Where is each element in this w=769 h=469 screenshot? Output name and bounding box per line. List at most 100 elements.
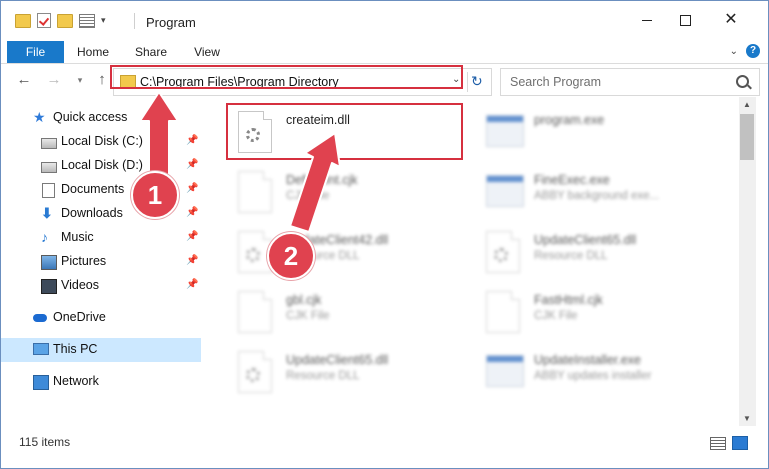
scroll-down-icon[interactable]: ▼ xyxy=(743,414,751,423)
star-icon: ★ xyxy=(33,109,46,125)
sidebar-item-label: Music xyxy=(61,230,94,244)
network-icon xyxy=(33,375,49,390)
sidebar-item-quick-access[interactable]: ★ Quick access xyxy=(1,106,201,130)
pin-icon[interactable]: 📌 xyxy=(186,135,198,146)
recent-locations-icon[interactable]: ▾ xyxy=(71,71,89,89)
large-icons-view-icon[interactable] xyxy=(732,436,748,450)
exe-file-icon xyxy=(486,175,524,207)
address-separator xyxy=(467,72,468,92)
gear-icon xyxy=(494,248,508,262)
gear-icon xyxy=(246,368,260,382)
onedrive-cloud-icon xyxy=(33,314,47,322)
file-icon xyxy=(238,171,272,213)
file-type: CJK File xyxy=(286,310,330,322)
file-name: Defaultlnt.cjk xyxy=(286,173,358,187)
tab-home[interactable]: Home xyxy=(71,41,115,63)
step-1-badge: 1 xyxy=(131,171,179,219)
drive-icon xyxy=(41,162,57,173)
file-highlight xyxy=(226,103,463,160)
file-item[interactable]: FineExec.exe ABBY background exe... xyxy=(464,163,704,221)
file-item[interactable]: gbl.cjk CJK File xyxy=(216,283,456,341)
sidebar-item-label: This PC xyxy=(53,342,98,356)
tab-share[interactable]: Share xyxy=(129,41,173,63)
videos-icon xyxy=(41,279,57,294)
file-item[interactable]: Defaultlnt.cjk CJK File xyxy=(216,163,456,221)
pin-icon[interactable]: 📌 xyxy=(186,207,198,218)
tab-file[interactable]: File xyxy=(7,41,64,63)
file-name: gbl.cjk xyxy=(286,293,322,307)
status-bar: 115 items xyxy=(1,430,768,454)
pin-icon[interactable]: 📌 xyxy=(186,159,198,170)
back-arrow-icon[interactable]: ← xyxy=(15,71,33,89)
file-item[interactable]: FastHtml.cjk CJK File xyxy=(464,283,704,341)
up-arrow-icon[interactable]: ↑ xyxy=(93,71,111,89)
file-icon xyxy=(238,291,272,333)
scrollbar-thumb[interactable] xyxy=(740,114,754,160)
search-placeholder[interactable]: Search Program xyxy=(510,75,601,89)
details-view-icon[interactable] xyxy=(710,437,726,450)
gear-icon xyxy=(246,248,260,262)
refresh-icon[interactable]: ↻ xyxy=(471,73,483,90)
address-bar-highlight xyxy=(110,65,463,89)
scroll-up-icon[interactable]: ▲ xyxy=(743,100,751,109)
help-icon[interactable]: ? xyxy=(746,44,760,58)
forward-arrow-icon[interactable]: → xyxy=(45,71,63,89)
pin-icon[interactable]: 📌 xyxy=(186,279,198,290)
pin-icon[interactable]: 📌 xyxy=(186,183,198,194)
file-item[interactable]: UpdateInstaller.exe ABBY updates install… xyxy=(464,343,704,401)
sidebar-item-videos[interactable]: Videos 📌 xyxy=(1,274,201,298)
sidebar-item-onedrive[interactable]: OneDrive xyxy=(1,306,201,330)
properties-check-icon[interactable] xyxy=(37,13,51,28)
pictures-icon xyxy=(41,255,57,270)
sidebar-item-label: Documents xyxy=(61,182,125,196)
file-name: FastHtml.cjk xyxy=(534,293,603,307)
item-count: 115 items xyxy=(19,435,71,449)
sidebar-item-local-disk-d[interactable]: Local Disk (D:) 📌 xyxy=(1,154,201,178)
minimize-icon xyxy=(642,19,652,21)
sidebar-item-local-disk-c[interactable]: Local Disk (C:) 📌 xyxy=(1,130,201,154)
file-type: ABBY updates installer xyxy=(534,370,652,382)
sidebar-item-music[interactable]: ♪ Music 📌 xyxy=(1,226,201,250)
dll-file-icon xyxy=(238,351,272,393)
ribbon-tabs: File Home Share View ⌄ ? xyxy=(1,41,768,64)
file-type: Resource DLL xyxy=(286,370,360,382)
music-icon: ♪ xyxy=(41,229,48,245)
pin-icon[interactable]: 📌 xyxy=(186,255,198,266)
close-icon: ✕ xyxy=(724,11,738,28)
file-type: ABBY background exe... xyxy=(534,190,660,202)
maximize-icon xyxy=(679,14,691,26)
sidebar-item-network[interactable]: Network xyxy=(1,370,201,394)
file-name: FineExec.exe xyxy=(534,173,610,187)
minimize-button[interactable] xyxy=(633,9,661,31)
file-type: Resource DLL xyxy=(534,250,608,262)
title-separator xyxy=(134,13,135,29)
file-item[interactable]: UpdateClient65.dll Resource DLL xyxy=(464,223,704,281)
sidebar-item-label: Videos xyxy=(61,278,99,292)
new-folder-icon[interactable] xyxy=(57,13,73,28)
navigation-pane: ★ Quick access Local Disk (C:) 📌 Local D… xyxy=(1,101,201,426)
customize-toolbar-icon[interactable] xyxy=(79,13,95,28)
search-icon[interactable] xyxy=(736,75,749,88)
sidebar-item-label: OneDrive xyxy=(53,310,106,324)
exe-file-icon xyxy=(486,115,524,147)
maximize-button[interactable] xyxy=(671,9,699,31)
file-name: UpdateInstaller.exe xyxy=(534,353,642,367)
sidebar-item-label: Pictures xyxy=(61,254,107,268)
quick-access-toolbar: ▾ xyxy=(15,13,106,28)
expand-ribbon-icon[interactable]: ⌄ xyxy=(730,46,738,57)
downloads-icon: ⬇ xyxy=(41,205,53,221)
pin-icon[interactable]: 📌 xyxy=(186,231,198,242)
file-item[interactable]: UpdateClient42.dll Resource DLL xyxy=(216,223,456,281)
toolbar-dropdown-icon[interactable]: ▾ xyxy=(101,15,106,26)
tab-view[interactable]: View xyxy=(185,41,229,63)
file-item[interactable]: program.exe xyxy=(464,103,704,161)
close-button[interactable]: ✕ xyxy=(717,9,745,31)
sidebar-item-label: Local Disk (C:) xyxy=(61,134,143,148)
sidebar-item-this-pc[interactable]: This PC xyxy=(1,338,201,362)
file-item[interactable]: UpdateClient65.dll Resource DLL xyxy=(216,343,456,401)
search-box[interactable]: Search Program xyxy=(500,68,760,96)
vertical-scrollbar[interactable]: ▲ ▼ xyxy=(739,97,756,426)
ribbon-controls: ⌄ ? xyxy=(730,44,760,58)
folder-icon[interactable] xyxy=(15,13,31,28)
sidebar-item-pictures[interactable]: Pictures 📌 xyxy=(1,250,201,274)
